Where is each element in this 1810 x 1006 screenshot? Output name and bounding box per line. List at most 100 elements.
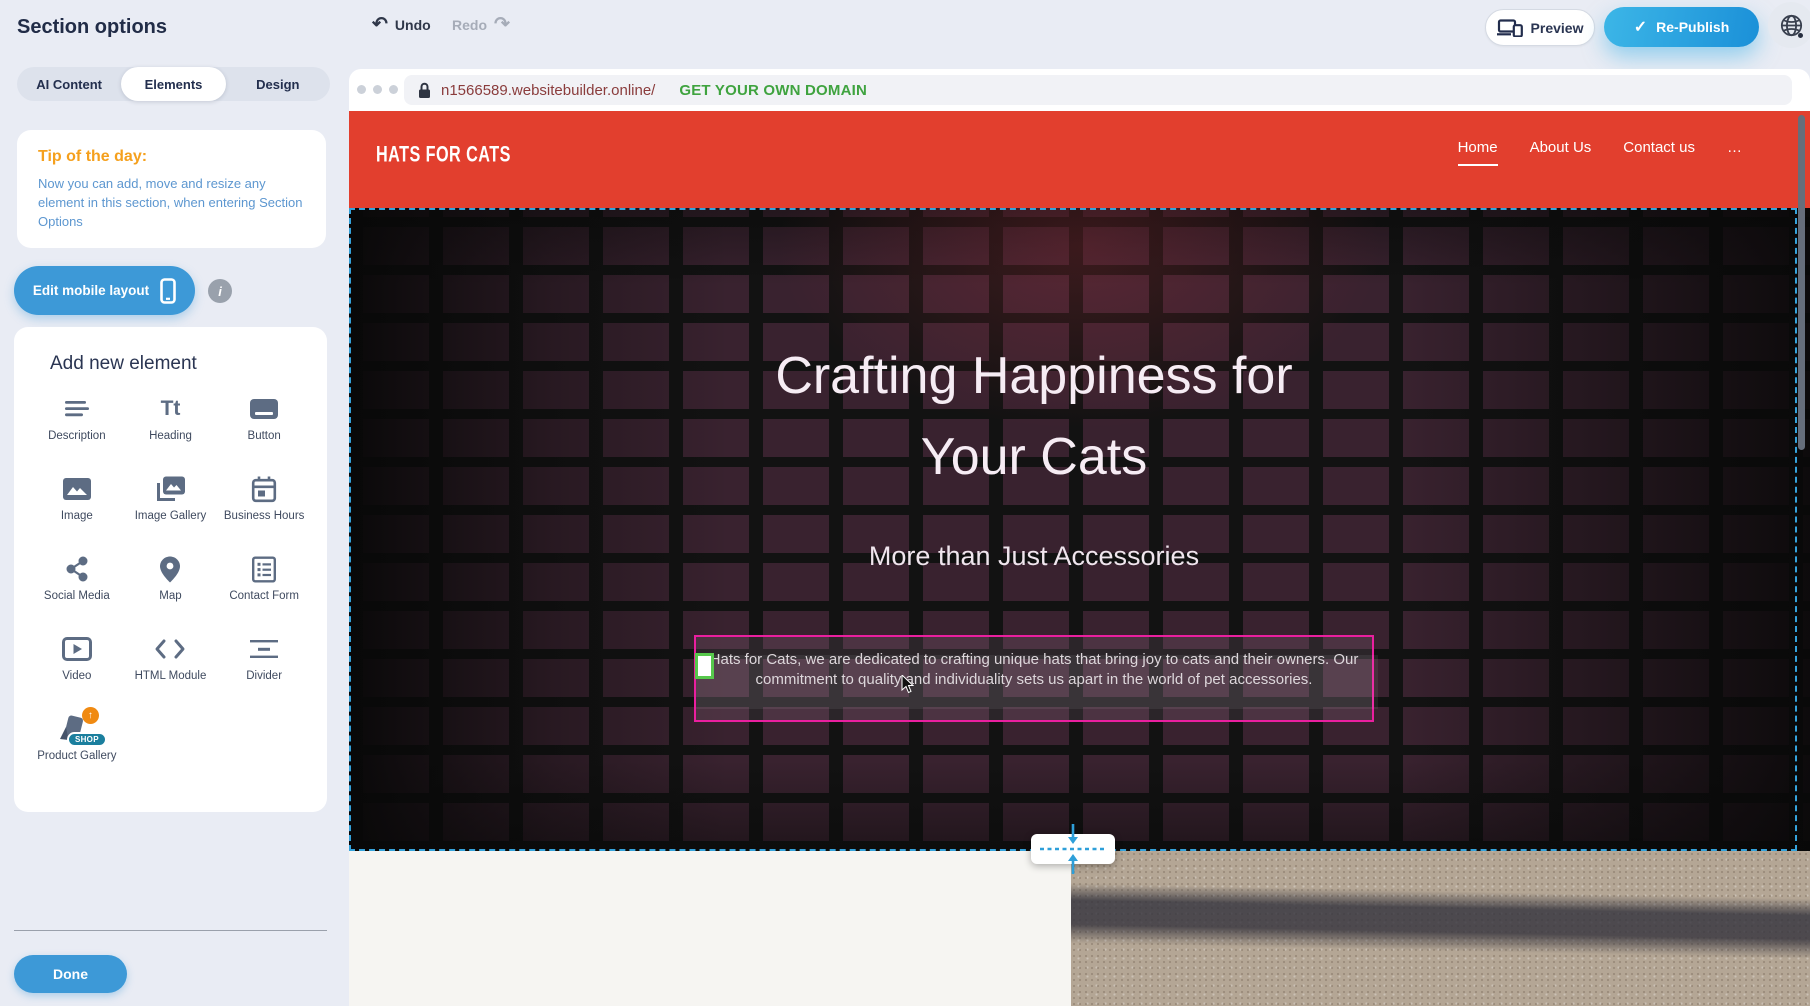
preview-button[interactable]: Preview bbox=[1485, 9, 1595, 46]
element-label: Divider bbox=[222, 669, 306, 683]
section-options-tabs: AI Content Elements Design bbox=[17, 67, 330, 101]
element-label: Contact Form bbox=[222, 589, 306, 603]
element-grid: Description Tt Heading Button Image Imag… bbox=[14, 387, 327, 787]
page-title: Section options bbox=[17, 16, 167, 39]
nav-contact-us[interactable]: Contact us bbox=[1623, 139, 1695, 164]
add-element-button[interactable]: Button bbox=[217, 387, 311, 467]
info-button[interactable]: i bbox=[208, 279, 232, 303]
divider-icon bbox=[249, 633, 279, 665]
site-url: n1566589.websitebuilder.online/ bbox=[441, 82, 655, 99]
site-header: HATS FOR CATS Home About Us Contact us … bbox=[349, 111, 1810, 208]
info-icon: i bbox=[218, 284, 222, 299]
browser-chrome-bar: n1566589.websitebuilder.online/ GET YOUR… bbox=[349, 69, 1810, 111]
add-element-description[interactable]: Description bbox=[30, 387, 124, 467]
notification-dot bbox=[1798, 33, 1803, 38]
text-lines-icon bbox=[63, 393, 91, 425]
element-label: Image bbox=[35, 509, 119, 523]
add-element-heading[interactable]: Tt Heading bbox=[124, 387, 218, 467]
element-label: HTML Module bbox=[128, 669, 212, 683]
element-label: Heading bbox=[128, 429, 212, 443]
redo-button[interactable]: Redo ↷ bbox=[452, 15, 510, 34]
hero-content: Crafting Happiness for Your Cats More th… bbox=[349, 208, 1758, 851]
undo-label: Undo bbox=[395, 17, 431, 33]
add-element-divider[interactable]: Divider bbox=[217, 627, 311, 707]
window-dots bbox=[357, 85, 398, 94]
add-new-element-panel: Add new element Description Tt Heading B… bbox=[14, 327, 327, 812]
add-element-business-hours[interactable]: Business Hours bbox=[217, 467, 311, 547]
check-icon: ✓ bbox=[1634, 17, 1647, 37]
product-gallery-icon: ↑ SHOP bbox=[57, 713, 97, 745]
element-label: Description bbox=[35, 429, 119, 443]
drag-handle[interactable] bbox=[695, 653, 714, 679]
address-bar[interactable]: n1566589.websitebuilder.online/ GET YOUR… bbox=[404, 75, 1792, 105]
add-element-contact-form[interactable]: Contact Form bbox=[217, 547, 311, 627]
add-element-video[interactable]: Video bbox=[30, 627, 124, 707]
tip-title: Tip of the day: bbox=[38, 148, 305, 166]
edit-mobile-label: Edit mobile layout bbox=[33, 283, 149, 298]
element-label: Business Hours bbox=[222, 509, 306, 523]
redo-icon: ↷ bbox=[494, 15, 510, 34]
nav-more-icon[interactable]: … bbox=[1727, 139, 1742, 156]
hero-heading[interactable]: Crafting Happiness for Your Cats bbox=[724, 336, 1344, 497]
undo-button[interactable]: ↶ Undo bbox=[372, 15, 431, 34]
section-resize-handle[interactable] bbox=[1031, 820, 1115, 878]
tip-body: Now you can add, move and resize any ele… bbox=[38, 175, 308, 232]
nav-home[interactable]: Home bbox=[1458, 139, 1498, 166]
button-icon bbox=[249, 393, 279, 425]
republish-label: Re-Publish bbox=[1656, 19, 1729, 35]
tab-design[interactable]: Design bbox=[226, 67, 330, 101]
calendar-icon bbox=[251, 473, 277, 505]
site-logo[interactable]: HATS FOR CATS bbox=[376, 141, 511, 167]
add-element-html-module[interactable]: HTML Module bbox=[124, 627, 218, 707]
add-element-image-gallery[interactable]: Image Gallery bbox=[124, 467, 218, 547]
site-preview-viewport: HATS FOR CATS Home About Us Contact us …… bbox=[349, 111, 1810, 1006]
undo-icon: ↶ bbox=[372, 15, 388, 34]
element-label: Video bbox=[35, 669, 119, 683]
nav-about-us[interactable]: About Us bbox=[1530, 139, 1592, 164]
shop-badge: SHOP bbox=[67, 732, 107, 747]
phone-icon bbox=[160, 278, 176, 304]
tab-elements[interactable]: Elements bbox=[121, 67, 225, 101]
mouse-cursor-icon bbox=[901, 675, 915, 700]
lock-icon bbox=[418, 82, 431, 99]
floor-image bbox=[1071, 851, 1810, 1006]
get-domain-link[interactable]: GET YOUR OWN DOMAIN bbox=[679, 82, 867, 99]
add-element-image[interactable]: Image bbox=[30, 467, 124, 547]
edit-mobile-layout-button[interactable]: Edit mobile layout bbox=[14, 266, 195, 315]
upgrade-badge-icon: ↑ bbox=[82, 707, 99, 724]
element-label: Image Gallery bbox=[128, 509, 212, 523]
element-label: Button bbox=[222, 429, 306, 443]
element-label: Product Gallery bbox=[35, 749, 119, 763]
share-icon bbox=[64, 553, 90, 585]
form-icon bbox=[252, 553, 276, 585]
map-pin-icon bbox=[160, 553, 180, 585]
redo-label: Redo bbox=[452, 17, 487, 33]
tab-ai-content[interactable]: AI Content bbox=[17, 67, 121, 101]
video-icon bbox=[62, 633, 92, 665]
hero-paragraph[interactable]: Hats for Cats, we are dedicated to craft… bbox=[696, 637, 1372, 691]
add-element-product-gallery[interactable]: ↑ SHOP Product Gallery bbox=[30, 707, 124, 787]
sidebar-divider bbox=[14, 930, 327, 931]
selected-text-element[interactable]: Hats for Cats, we are dedicated to craft… bbox=[694, 635, 1374, 722]
element-label: Social Media bbox=[35, 589, 119, 603]
page-scrollbar[interactable] bbox=[1798, 115, 1805, 450]
done-button[interactable]: Done bbox=[14, 955, 127, 993]
element-label: Map bbox=[128, 589, 212, 603]
language-globe-button[interactable] bbox=[1768, 2, 1810, 48]
code-icon bbox=[155, 633, 185, 665]
image-gallery-icon bbox=[155, 473, 185, 505]
add-element-title: Add new element bbox=[50, 353, 327, 375]
tip-of-the-day-card: Tip of the day: Now you can add, move an… bbox=[17, 130, 326, 248]
add-element-social-media[interactable]: Social Media bbox=[30, 547, 124, 627]
site-nav: Home About Us Contact us … bbox=[1458, 139, 1742, 166]
preview-label: Preview bbox=[1531, 20, 1584, 36]
hero-section[interactable]: Crafting Happiness for Your Cats More th… bbox=[349, 208, 1810, 851]
add-element-map[interactable]: Map bbox=[124, 547, 218, 627]
floor-shadow bbox=[1071, 883, 1810, 958]
heading-icon: Tt bbox=[161, 393, 181, 425]
resize-arrows-icon bbox=[1038, 820, 1108, 883]
hero-subheading[interactable]: More than Just Accessories bbox=[349, 541, 1758, 572]
republish-button[interactable]: ✓ Re-Publish bbox=[1604, 7, 1759, 47]
devices-icon bbox=[1497, 19, 1523, 37]
image-icon bbox=[63, 473, 91, 505]
